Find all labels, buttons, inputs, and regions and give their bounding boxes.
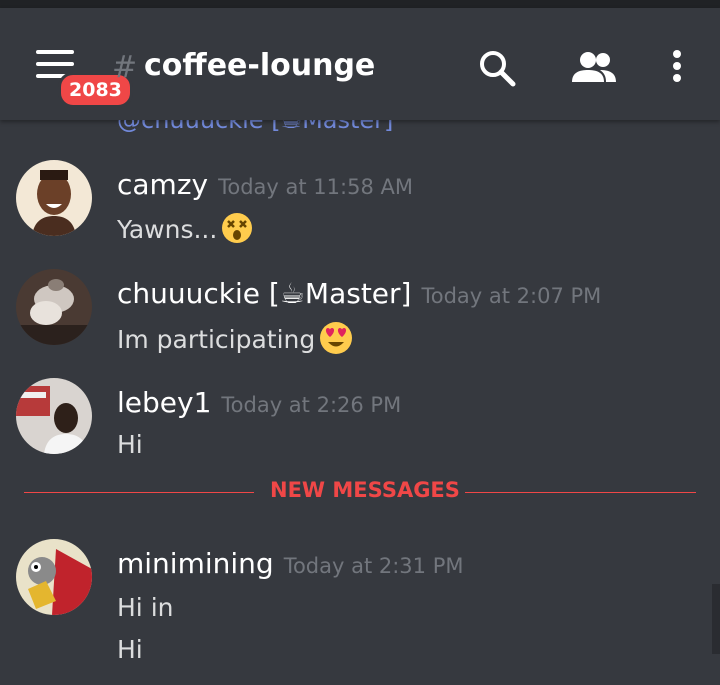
avatar-image: [16, 160, 92, 236]
scrollbar-thumb[interactable]: [712, 584, 720, 654]
member-list-button[interactable]: [570, 46, 616, 90]
more-vertical-icon: [673, 50, 681, 82]
divider-line: [24, 492, 254, 493]
channel-hash-icon: #: [112, 50, 138, 85]
message-author[interactable]: lebey1 Today at 2:26 PM: [117, 386, 401, 419]
message-content: Im participating: [117, 321, 353, 361]
message-author[interactable]: chuuuckie [☕Master] Today at 2:07 PM: [117, 277, 601, 310]
avatar-image: [16, 539, 92, 615]
message-content: Hi: [117, 430, 143, 459]
more-options-button[interactable]: [655, 46, 699, 90]
message-content: Hi: [117, 635, 143, 664]
message-content: Hi in: [117, 593, 173, 622]
message-text: Yawns...: [117, 215, 218, 244]
author-name[interactable]: lebey1: [117, 386, 211, 419]
divider-line: [465, 492, 696, 493]
avatar-minimining[interactable]: [16, 539, 92, 615]
message-text: Hi: [117, 635, 143, 664]
message-timestamp: Today at 11:58 AM: [218, 175, 413, 199]
search-icon: [480, 51, 516, 87]
author-name[interactable]: camzy: [117, 168, 208, 201]
mention-text[interactable]: @chuuuckie [☕Master]: [117, 120, 393, 134]
message-text: Im participating: [117, 325, 316, 354]
message-timestamp: Today at 2:31 PM: [283, 554, 464, 578]
new-messages-divider: NEW MESSAGES: [24, 478, 696, 502]
menu-bar-line: [36, 50, 74, 54]
status-bar: [0, 0, 720, 8]
author-name[interactable]: minimining: [117, 547, 274, 580]
dizzy-face-emoji-icon: [221, 212, 253, 250]
author-name[interactable]: chuuuckie [☕Master]: [117, 277, 411, 310]
avatar-chuuuckie[interactable]: [16, 269, 92, 345]
message-timestamp: Today at 2:26 PM: [221, 393, 402, 417]
channel-header: 2083 # coffee-lounge: [0, 8, 720, 120]
menu-bar-line: [36, 62, 74, 66]
search-button[interactable]: [475, 46, 519, 90]
message-author[interactable]: camzy Today at 11:58 AM: [117, 168, 413, 201]
avatar-camzy[interactable]: [16, 160, 92, 236]
avatar-image: [16, 378, 92, 454]
message-text: Hi in: [117, 593, 174, 622]
message-list[interactable]: @chuuuckie [☕Master] camzy Today at 11:58…: [0, 120, 720, 685]
message-text: Hi: [117, 430, 143, 459]
message-content: Yawns...: [117, 212, 253, 250]
avatar-image: [16, 269, 92, 345]
avatar-lebey1[interactable]: [16, 378, 92, 454]
new-messages-label: NEW MESSAGES: [270, 478, 460, 502]
message-timestamp: Today at 2:07 PM: [421, 284, 602, 308]
members-icon: [572, 52, 616, 82]
message-author[interactable]: minimining Today at 2:31 PM: [117, 547, 464, 580]
heart-eyes-emoji-icon: [319, 321, 353, 361]
channel-name: coffee-lounge: [144, 48, 376, 83]
